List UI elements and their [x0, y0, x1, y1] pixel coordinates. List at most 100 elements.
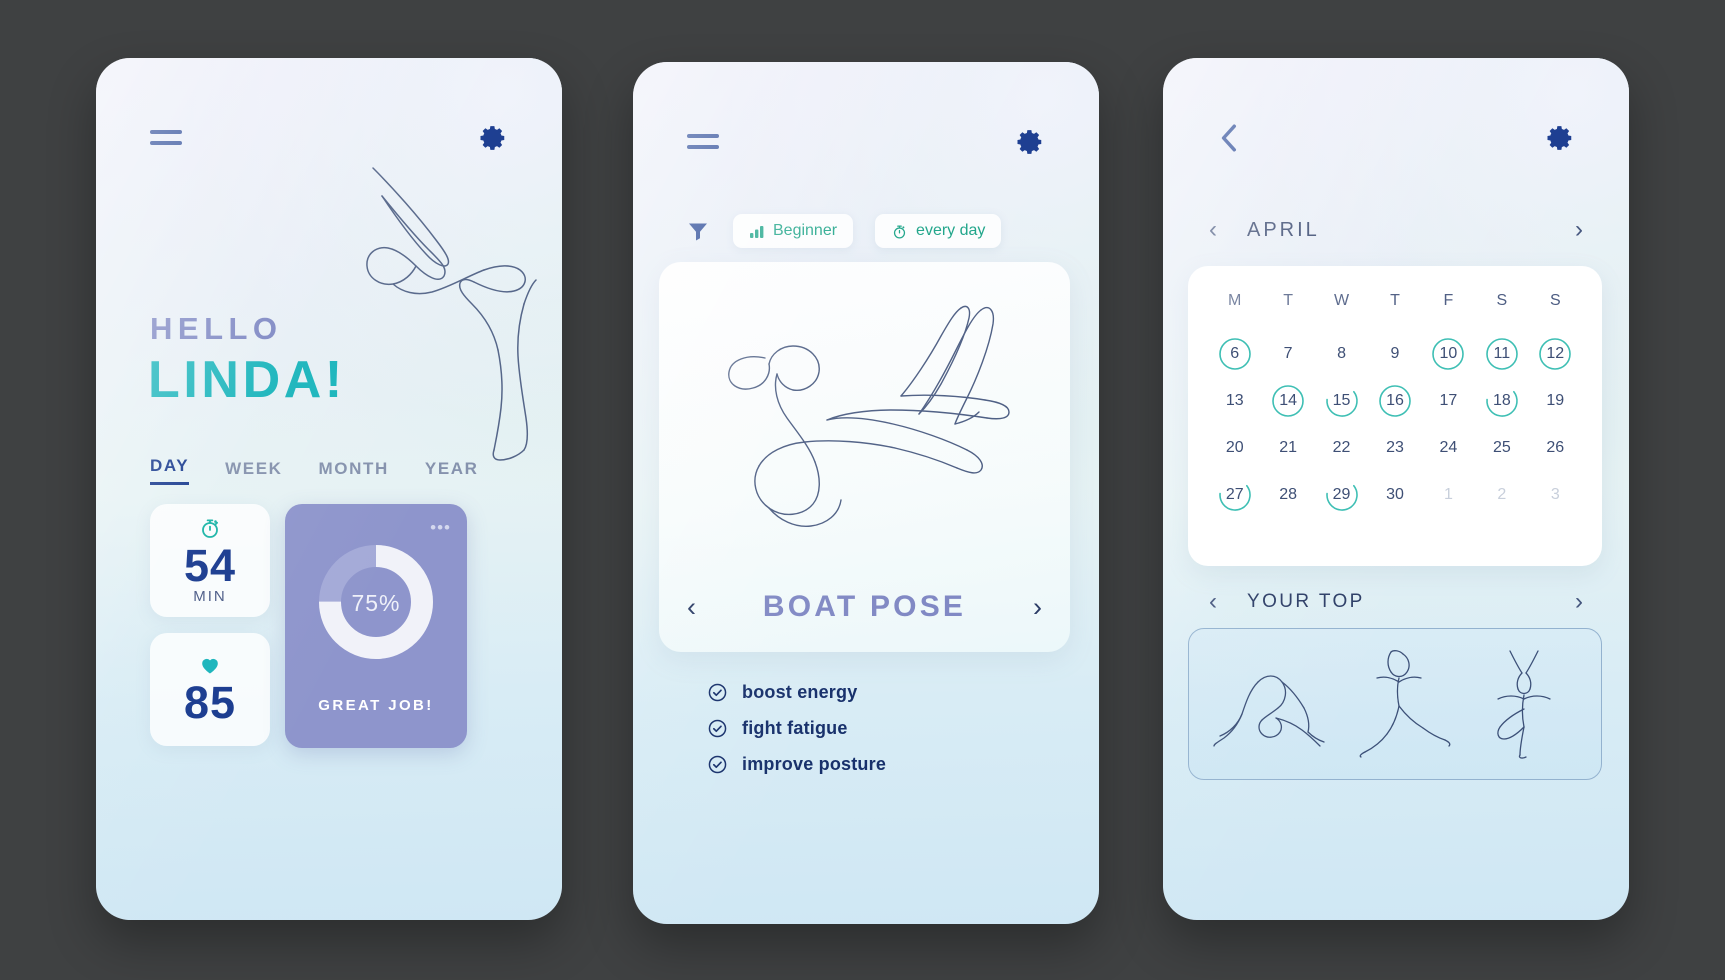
- benefit-label: boost energy: [742, 682, 858, 702]
- benefit-item: fight fatigue: [707, 718, 886, 739]
- calendar-weekday-header: S: [1496, 292, 1508, 309]
- gear-icon[interactable]: [1545, 123, 1575, 153]
- chevron-left-icon[interactable]: [1217, 123, 1243, 153]
- calendar-day-cell[interactable]: 10: [1422, 336, 1475, 371]
- yoga-hero-line-art: [366, 167, 537, 461]
- calendar-day-cell[interactable]: 21: [1261, 430, 1314, 465]
- calendar-day-cell[interactable]: 24: [1422, 430, 1475, 465]
- calendar-day-number: 10: [1439, 344, 1458, 362]
- stat-value-minutes: 54: [183, 539, 237, 591]
- your-top-label: YOUR TOP: [1247, 591, 1365, 612]
- check-circle-icon: [708, 683, 727, 702]
- calendar-day-number: 19: [1546, 391, 1565, 409]
- stopwatch-icon: [893, 224, 906, 239]
- tree-pose-line-art[interactable]: [1472, 647, 1578, 761]
- stats-area: 54 MIN 85 ••• 75% GREAT JOB!: [150, 504, 467, 748]
- calendar-day-cell[interactable]: 11: [1475, 336, 1528, 371]
- pose-topbar: [633, 122, 1099, 162]
- calendar-grid: M T W T F S S 6 7 8 9 10 11 12 13 14 15 16 17 18 19 20 21 22 23 2…: [1208, 292, 1582, 512]
- calendar-day-cell[interactable]: 23: [1368, 430, 1421, 465]
- calendar-weekday-header: T: [1390, 292, 1400, 309]
- calendar-day-cell[interactable]: 6: [1208, 336, 1261, 371]
- month-next-icon[interactable]: ›: [1567, 216, 1591, 244]
- calendar-day-cell[interactable]: 13: [1208, 383, 1261, 418]
- calendar-day-cell[interactable]: 25: [1475, 430, 1528, 465]
- your-top-next-icon[interactable]: ›: [1567, 588, 1591, 616]
- month-prev-icon[interactable]: ‹: [1201, 216, 1225, 244]
- your-top-prev-icon[interactable]: ‹: [1201, 588, 1225, 616]
- calendar-weekday-header: T: [1283, 292, 1294, 309]
- top-poses-box: [1188, 628, 1602, 780]
- benefit-label: improve posture: [742, 754, 887, 774]
- calendar-day-number: 28: [1279, 485, 1298, 503]
- heart-icon: [202, 659, 218, 674]
- calendar-day-cell[interactable]: 20: [1208, 430, 1261, 465]
- check-circle-icon: [708, 719, 727, 738]
- calendar-day-cell[interactable]: 12: [1529, 336, 1582, 371]
- tab-week[interactable]: WEEK: [225, 459, 282, 485]
- calendar-day-cell[interactable]: 14: [1261, 383, 1314, 418]
- check-circle-icon: [708, 755, 727, 774]
- progress-percent-label: 75%: [351, 589, 401, 616]
- warrior-pose-line-art[interactable]: [1347, 648, 1455, 760]
- calendar-day-cell[interactable]: 8: [1315, 336, 1368, 371]
- month-label: APRIL: [1247, 218, 1320, 241]
- calendar-day-number: 29: [1332, 485, 1351, 503]
- calendar-day-number: 6: [1230, 344, 1240, 362]
- calendar-weekday-header: S: [1549, 292, 1561, 309]
- calendar-day-cell[interactable]: 27: [1208, 477, 1261, 512]
- filter-row: Beginner every day: [633, 214, 1099, 248]
- calendar-day-cell[interactable]: 15: [1315, 383, 1368, 418]
- calendar-day-cell[interactable]: 1: [1422, 477, 1475, 512]
- calendar-day-cell[interactable]: 3: [1529, 477, 1582, 512]
- calendar-weekday-header: M: [1228, 292, 1242, 309]
- calendar-day-number: 16: [1386, 391, 1404, 409]
- downward-dog-line-art[interactable]: [1212, 650, 1330, 758]
- calendar-day-number: 18: [1492, 391, 1511, 409]
- calendar-day-cell[interactable]: 18: [1475, 383, 1528, 418]
- pose-title: BOAT POSE: [762, 590, 967, 623]
- calendar-day-number: 8: [1337, 344, 1347, 362]
- filter-pill-level-label: Beginner: [773, 222, 838, 239]
- calendar-day-number: 23: [1386, 438, 1404, 456]
- period-tabs: DAY WEEK MONTH YEAR: [150, 456, 479, 485]
- calendar-day-cell[interactable]: 26: [1529, 430, 1582, 465]
- stat-card-heartrate[interactable]: 85: [150, 633, 270, 746]
- calendar-day-cell[interactable]: 19: [1529, 383, 1582, 418]
- calendar-day-cell[interactable]: 22: [1315, 430, 1368, 465]
- more-options-icon[interactable]: •••: [430, 518, 451, 538]
- month-navigator: ‹ APRIL ›: [1201, 216, 1591, 244]
- filter-pill-level[interactable]: Beginner: [733, 214, 854, 248]
- calendar-day-cell[interactable]: 7: [1261, 336, 1314, 371]
- tab-day[interactable]: DAY: [150, 456, 190, 485]
- calendar-card: M T W T F S S 6 7 8 9 10 11 12 13 14 15 16 17 18 19 20 21 22 23 2…: [1188, 266, 1602, 566]
- gear-icon[interactable]: [1015, 127, 1045, 157]
- calendar-day-cell[interactable]: 2: [1475, 477, 1528, 512]
- pose-prev-icon[interactable]: ‹: [687, 593, 696, 621]
- calendar-day-cell[interactable]: 28: [1261, 477, 1314, 512]
- calendar-day-cell[interactable]: 29: [1315, 477, 1368, 512]
- calendar-weekday-header: W: [1334, 292, 1350, 309]
- filter-pill-frequency[interactable]: every day: [875, 214, 1002, 248]
- tab-month[interactable]: MONTH: [319, 459, 389, 485]
- tab-year[interactable]: YEAR: [425, 459, 479, 485]
- calendar-day-cell[interactable]: 9: [1368, 336, 1421, 371]
- calendar-day-number: 26: [1546, 438, 1565, 456]
- calendar-day-number: 17: [1439, 391, 1458, 409]
- hamburger-icon[interactable]: [687, 131, 721, 153]
- calendar-day-cell[interactable]: 30: [1368, 477, 1421, 512]
- stat-unit-minutes: MIN: [193, 588, 227, 606]
- stat-value-heartrate: 85: [183, 677, 237, 729]
- your-top-navigator: ‹ YOUR TOP ›: [1201, 588, 1591, 616]
- filter-funnel-icon[interactable]: [685, 219, 711, 243]
- greeting-small: HELLO: [150, 311, 283, 346]
- calendar-day-number: 13: [1225, 391, 1244, 409]
- calendar-topbar: [1163, 118, 1629, 158]
- hamburger-icon[interactable]: [150, 127, 184, 149]
- pose-next-icon[interactable]: ›: [1033, 593, 1042, 621]
- calendar-day-number: 20: [1225, 438, 1244, 456]
- calendar-day-cell[interactable]: 16: [1368, 383, 1421, 418]
- pose-title-row: ‹ BOAT POSE ›: [659, 590, 1070, 624]
- stat-card-minutes[interactable]: 54 MIN: [150, 504, 270, 617]
- calendar-day-cell[interactable]: 17: [1422, 383, 1475, 418]
